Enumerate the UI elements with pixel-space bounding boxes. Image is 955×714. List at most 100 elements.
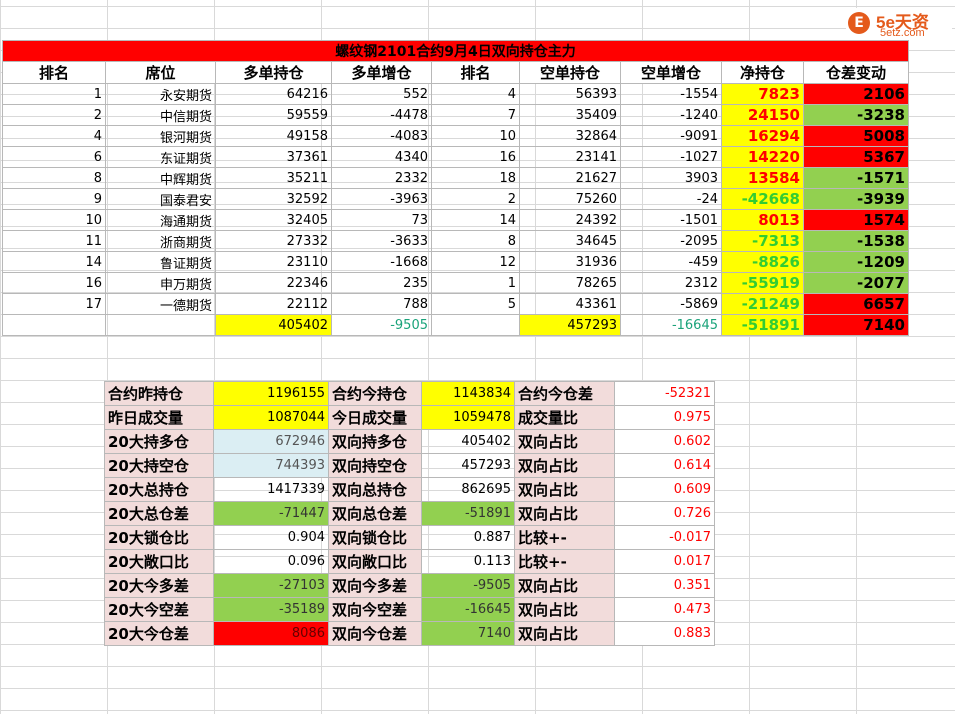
short-rank-cell: 16 — [431, 146, 520, 168]
seat-cell: 鲁证期货 — [105, 251, 216, 273]
header-short-rank: 排名 — [431, 61, 520, 84]
long-cell: 35211 — [215, 167, 332, 189]
short-cell: 35409 — [519, 104, 621, 126]
summary-ratio: 0.602 — [614, 429, 715, 454]
long-chg-cell: -3633 — [331, 230, 432, 252]
summary-value: 744393 — [213, 453, 329, 478]
net-cell: 16294 — [721, 125, 804, 147]
short-rank-cell: 4 — [431, 83, 520, 105]
summary-row: 20大今多差 -27103 双向今多差 -9505 双向占比 0.351 — [104, 573, 715, 598]
short-chg-cell: -1240 — [620, 104, 722, 126]
summary-label: 20大敞口比 — [104, 549, 214, 574]
summary-value: -71447 — [213, 501, 329, 526]
summary-ratio: 0.975 — [614, 405, 715, 430]
long-chg-cell: 788 — [331, 293, 432, 315]
seat-cell: 中辉期货 — [105, 167, 216, 189]
summary-ratio: 0.883 — [614, 621, 715, 646]
long-cell: 22112 — [215, 293, 332, 315]
summary-label: 双向持多仓 — [328, 429, 422, 454]
summary-value: 0.887 — [421, 525, 515, 550]
long-cell: 22346 — [215, 272, 332, 294]
summary-value: 1143834 — [421, 381, 515, 406]
short-chg-cell: -9091 — [620, 125, 722, 147]
summary-label: 双向今仓差 — [328, 621, 422, 646]
summary-ratio: 0.473 — [614, 597, 715, 622]
short-chg-cell: -5869 — [620, 293, 722, 315]
short-cell: 34645 — [519, 230, 621, 252]
total-net: -51891 — [721, 314, 804, 336]
rank-cell: 16 — [2, 272, 106, 294]
summary-value: 0.096 — [213, 549, 329, 574]
long-chg-cell: 2332 — [331, 167, 432, 189]
total-short: 457293 — [519, 314, 621, 336]
summary-row: 昨日成交量 1087044 今日成交量 1059478 成交量比 0.975 — [104, 405, 715, 430]
long-chg-cell: 552 — [331, 83, 432, 105]
summary-value: 672946 — [213, 429, 329, 454]
header-diff: 仓差变动 — [803, 61, 909, 84]
table-row: 10 海通期货 32405 73 14 24392 -1501 8013 1574 — [2, 209, 909, 231]
net-cell: -21249 — [721, 293, 804, 315]
summary-row: 20大持空仓 744393 双向持空仓 457293 双向占比 0.614 — [104, 453, 715, 478]
table-row: 1 永安期货 64216 552 4 56393 -1554 7823 2106 — [2, 83, 909, 105]
rank-cell: 14 — [2, 251, 106, 273]
table-row: 17 一德期货 22112 788 5 43361 -5869 -21249 6657 — [2, 293, 909, 315]
summary-value: -27103 — [213, 573, 329, 598]
summary-ratio: 0.017 — [614, 549, 715, 574]
long-cell: 27332 — [215, 230, 332, 252]
short-cell: 24392 — [519, 209, 621, 231]
rank-cell: 11 — [2, 230, 106, 252]
table-row: 2 中信期货 59559 -4478 7 35409 -1240 24150 -3238 — [2, 104, 909, 126]
short-chg-cell: -459 — [620, 251, 722, 273]
long-chg-cell: 4340 — [331, 146, 432, 168]
net-cell: 8013 — [721, 209, 804, 231]
total-long: 405402 — [215, 314, 332, 336]
summary-label: 双向总持仓 — [328, 477, 422, 502]
rank-cell: 6 — [2, 146, 106, 168]
short-cell: 78265 — [519, 272, 621, 294]
seat-cell: 东证期货 — [105, 146, 216, 168]
table-row: 4 银河期货 49158 -4083 10 32864 -9091 16294 5008 — [2, 125, 909, 147]
summary-label: 比较+- — [514, 549, 615, 574]
long-cell: 64216 — [215, 83, 332, 105]
summary-value: -51891 — [421, 501, 515, 526]
diff-cell: -1571 — [803, 167, 909, 189]
summary-value: 862695 — [421, 477, 515, 502]
summary-label: 昨日成交量 — [104, 405, 214, 430]
diff-cell: -3939 — [803, 188, 909, 210]
summary-label: 20大今空差 — [104, 597, 214, 622]
long-chg-cell: 235 — [331, 272, 432, 294]
summary-row: 20大锁仓比 0.904 双向锁仓比 0.887 比较+- -0.017 — [104, 525, 715, 550]
diff-cell: 2106 — [803, 83, 909, 105]
diff-cell: -1209 — [803, 251, 909, 273]
short-rank-cell: 2 — [431, 188, 520, 210]
table-row: 6 东证期货 37361 4340 16 23141 -1027 14220 5367 — [2, 146, 909, 168]
brand-logo: E 5e天资 5etz.com — [846, 8, 952, 40]
summary-row: 20大敞口比 0.096 双向敞口比 0.113 比较+- 0.017 — [104, 549, 715, 574]
net-cell: 24150 — [721, 104, 804, 126]
table-row: 16 申万期货 22346 235 1 78265 2312 -55919 -2077 — [2, 272, 909, 294]
summary-label: 双向占比 — [514, 597, 615, 622]
summary-label: 20大总持仓 — [104, 477, 214, 502]
header-row: 排名 席位 多单持仓 多单增仓 排名 空单持仓 空单增仓 净持仓 仓差变动 — [2, 61, 909, 84]
summary-value: 0.113 — [421, 549, 515, 574]
summary-row: 20大持多仓 672946 双向持多仓 405402 双向占比 0.602 — [104, 429, 715, 454]
summary-label: 合约昨持仓 — [104, 381, 214, 406]
summary-label: 20大持空仓 — [104, 453, 214, 478]
short-cell: 75260 — [519, 188, 621, 210]
long-cell: 37361 — [215, 146, 332, 168]
long-chg-cell: 73 — [331, 209, 432, 231]
header-short-chg: 空单增仓 — [620, 61, 722, 84]
diff-cell: -2077 — [803, 272, 909, 294]
diff-cell: 5008 — [803, 125, 909, 147]
summary-label: 20大总仓差 — [104, 501, 214, 526]
summary-label: 20大持多仓 — [104, 429, 214, 454]
header-long: 多单持仓 — [215, 61, 332, 84]
short-rank-cell: 14 — [431, 209, 520, 231]
total-long-chg: -9505 — [331, 314, 432, 336]
long-cell: 32405 — [215, 209, 332, 231]
summary-value: 1059478 — [421, 405, 515, 430]
table-row: 9 国泰君安 32592 -3963 2 75260 -24 -42668 -3939 — [2, 188, 909, 210]
summary-label: 双向今多差 — [328, 573, 422, 598]
short-cell: 56393 — [519, 83, 621, 105]
summary-label: 20大今多差 — [104, 573, 214, 598]
